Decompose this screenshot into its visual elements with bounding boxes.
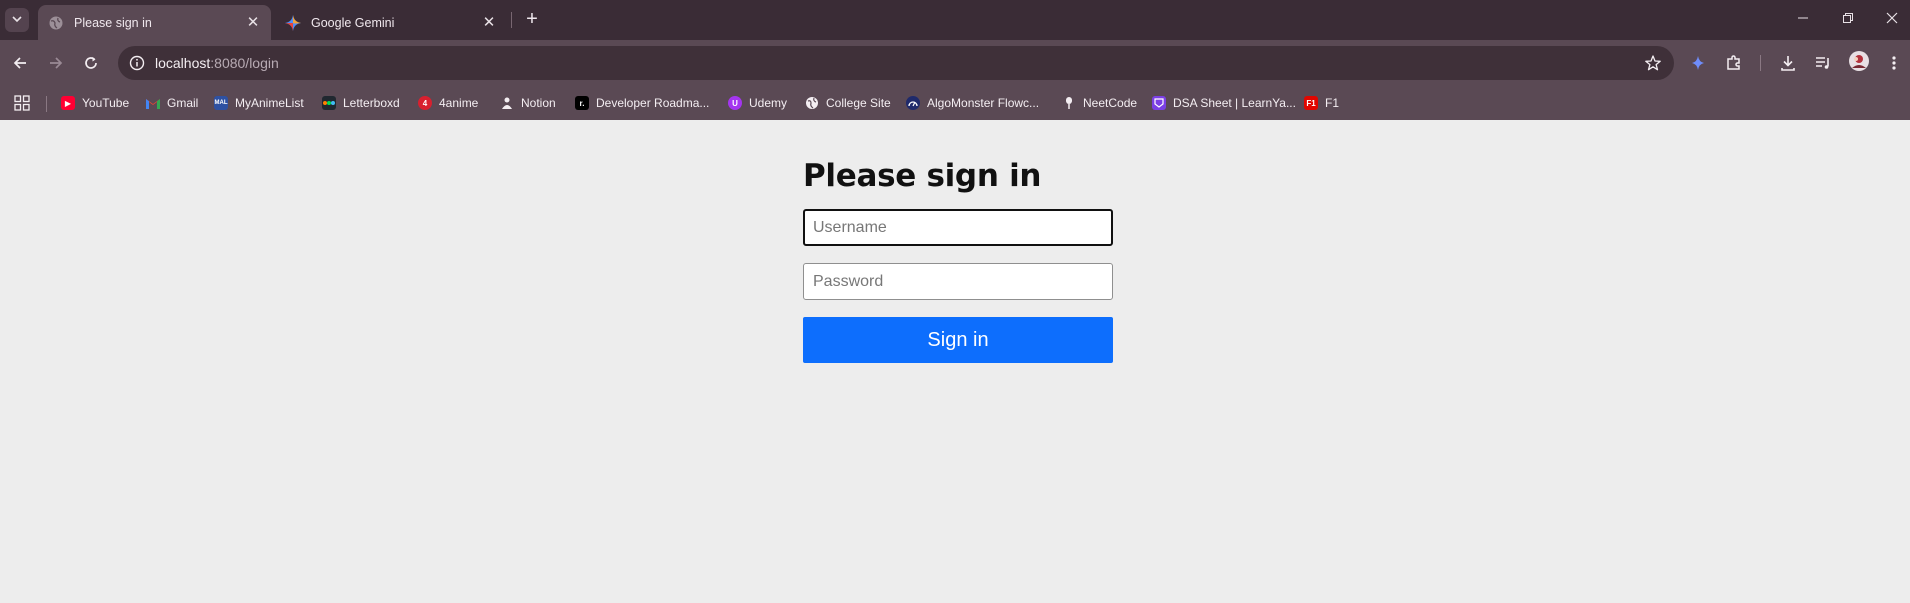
bookmark-label: MyAnimeList [235,96,304,110]
arrow-right-icon [50,57,63,69]
bookmark-label: 4anime [439,96,479,110]
bookmark-label: NeetCode [1083,96,1138,110]
gemini-extension-button[interactable] [1684,49,1712,77]
media-controls-button[interactable] [1809,49,1837,77]
globe-icon [805,96,819,110]
toolbar-divider [1760,55,1761,71]
password-input[interactable] [803,263,1113,300]
bookmark-label: Udemy [749,96,788,110]
reload-icon [85,57,97,69]
learnyard-icon [1152,96,1166,110]
letterboxd-icon [322,96,336,110]
download-icon [1781,56,1795,71]
bookmark-myanimelist[interactable]: MAL MyAnimeList [214,93,304,113]
page-title: Please sign in [803,158,1042,194]
notion-icon [500,96,514,110]
arrow-left-icon [13,57,26,69]
bookmark-label: AlgoMonster Flowc... [927,96,1040,110]
tab-search-button[interactable] [5,8,29,32]
tab-separator [511,12,512,28]
bookmark-algomonster[interactable]: AlgoMonster Flowc... [906,93,1039,113]
bookmark-notion[interactable]: Notion [500,93,556,113]
avatar [1848,50,1870,77]
youtube-icon: ▶ [61,96,75,110]
globe-icon [48,15,64,31]
bookmark-college-site[interactable]: College Site [805,93,891,113]
gemini-icon [285,14,301,31]
restore-button[interactable] [1830,6,1866,34]
bookmark-star-icon[interactable] [1644,54,1662,72]
close-tab-icon[interactable]: ✕ [245,14,261,31]
bookmark-gmail[interactable]: Gmail [146,93,198,113]
new-tab-button[interactable]: + [519,7,545,33]
chevron-down-icon [12,13,22,27]
bookmarks-separator [46,96,47,112]
tab-title: Please sign in [74,15,152,30]
bookmark-label: College Site [826,96,891,110]
reload-button[interactable] [77,49,105,77]
bookmarks-bar: ▶ YouTube Gmail MAL MyAnimeList Letterbo… [0,86,1910,120]
neetcode-icon [1062,96,1076,110]
back-button[interactable] [6,49,34,77]
bookmark-f1[interactable]: F1 F1 [1304,93,1339,113]
myanimelist-icon: MAL [214,96,228,110]
browser-toolbar: localhost:8080/login [0,40,1910,86]
close-tab-icon[interactable]: ✕ [481,14,497,31]
gemini-icon [1692,56,1704,70]
f1-icon: F1 [1304,96,1318,110]
url-path: :8080/login [210,55,279,71]
plus-icon: + [526,8,538,30]
menu-button[interactable] [1880,49,1908,77]
bookmark-label: Notion [521,96,556,110]
bookmark-letterboxd[interactable]: Letterboxd [322,93,400,113]
profile-button[interactable] [1845,49,1873,77]
bookmark-label: YouTube [82,96,130,110]
bookmark-neetcode[interactable]: NeetCode [1062,93,1137,113]
bookmark-label: F1 [1325,96,1340,110]
bookmark-developer-roadmap[interactable]: r. Developer Roadma... [575,93,709,113]
close-icon [1886,12,1898,24]
site-info-icon[interactable] [128,54,146,72]
apps-grid-icon[interactable] [14,95,30,111]
algomonster-icon [906,96,920,110]
minimize-button[interactable] [1785,6,1821,34]
forward-button[interactable] [42,49,70,77]
close-window-button[interactable] [1874,6,1910,34]
username-input[interactable] [803,209,1113,246]
tab-please-sign-in[interactable]: Please sign in ✕ [38,5,271,40]
bookmark-dsa-sheet[interactable]: DSA Sheet | LearnYa... [1152,93,1296,113]
minimize-icon [1798,17,1808,19]
puzzle-icon [1727,55,1740,70]
restore-icon [1843,13,1853,23]
tab-title: Google Gemini [311,15,395,30]
more-vert-icon [1892,56,1896,70]
url-text[interactable]: localhost:8080/login [155,55,279,71]
tab-strip: Please sign in ✕ Google Gemini ✕ + [0,0,1910,40]
gmail-icon [146,96,160,110]
page-content: Please sign in Sign in [0,120,1910,603]
sign-in-button[interactable]: Sign in [803,317,1113,363]
tab-google-gemini[interactable]: Google Gemini ✕ [275,5,507,40]
downloads-button[interactable] [1774,49,1802,77]
address-bar[interactable]: localhost:8080/login [118,46,1674,80]
udemy-icon: U [728,96,742,110]
roadmap-icon: r. [575,96,589,110]
bookmark-label: Developer Roadma... [596,96,710,110]
bookmark-4anime[interactable]: 4 4anime [418,93,478,113]
bookmark-udemy[interactable]: U Udemy [728,93,787,113]
queue-music-icon [1816,57,1829,69]
bookmark-label: Letterboxd [343,96,400,110]
bookmark-youtube[interactable]: ▶ YouTube [61,93,129,113]
bookmark-label: DSA Sheet | LearnYa... [1173,96,1296,110]
url-host: localhost [155,55,211,71]
4anime-icon: 4 [418,96,432,110]
bookmark-label: Gmail [167,96,199,110]
extensions-button[interactable] [1720,49,1748,77]
